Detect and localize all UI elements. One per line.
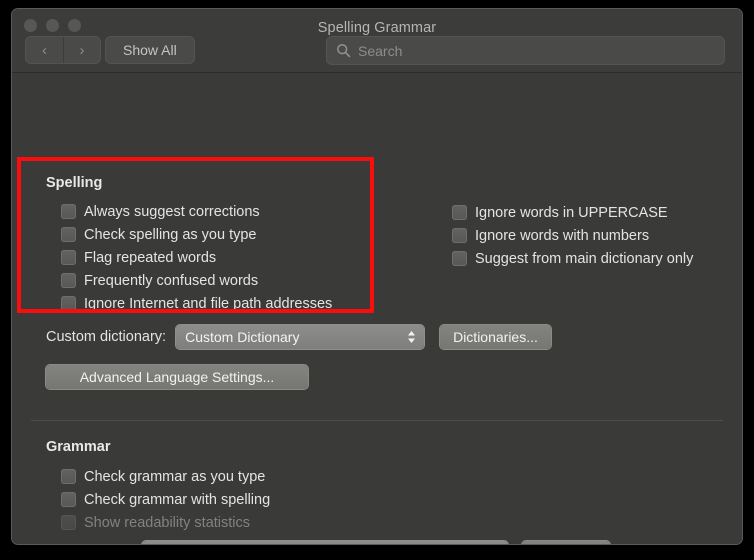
checkbox-label: Suggest from main dictionary only (475, 250, 694, 267)
section-divider (31, 420, 723, 421)
custom-dictionary-value: Custom Dictionary (185, 329, 300, 345)
spelling-options-left: Always suggest corrections Check spellin… (61, 200, 332, 315)
checkbox-box[interactable] (61, 273, 76, 288)
spelling-heading: Spelling (46, 175, 103, 191)
checkbox-suggest-from-main-dictionary-only[interactable]: Suggest from main dictionary only (452, 247, 693, 270)
forward-button[interactable]: › (63, 37, 100, 63)
checkbox-label: Check spelling as you type (84, 226, 257, 243)
checkbox-label: Ignore words in UPPERCASE (475, 204, 668, 221)
checkbox-check-grammar-with-spelling[interactable]: Check grammar with spelling (61, 488, 270, 511)
checkbox-box[interactable] (452, 228, 467, 243)
checkbox-box[interactable] (61, 296, 76, 311)
checkbox-box[interactable] (61, 204, 76, 219)
checkbox-show-readability-statistics: Show readability statistics (61, 511, 270, 534)
window-title: Spelling Grammar (317, 20, 437, 36)
checkbox-box (61, 515, 76, 530)
grammar-section: Grammar Check grammar as you type Check … (46, 439, 270, 534)
window-titlebar: Spelling Grammar ‹ › Show All Search (12, 9, 742, 73)
preferences-window: Spelling Grammar ‹ › Show All Search Spe… (11, 8, 743, 545)
checkbox-label: Check grammar with spelling (84, 491, 271, 508)
grammar-options: Check grammar as you type Check grammar … (61, 465, 270, 534)
grammar-heading: Grammar (46, 439, 111, 455)
settings-button[interactable]: Settings... (521, 541, 610, 544)
checkbox-ignore-internet-and-file-path-addresses[interactable]: Ignore Internet and file path addresses (61, 292, 332, 315)
spelling-options-right: Ignore words in UPPERCASE Ignore words w… (452, 201, 693, 270)
checkbox-box[interactable] (61, 227, 76, 242)
checkbox-ignore-words-in-uppercase[interactable]: Ignore words in UPPERCASE (452, 201, 693, 224)
writing-style-row: Writing style: Grammatik Settings... (46, 541, 610, 544)
checkbox-box[interactable] (452, 251, 467, 266)
checkbox-frequently-confused-words[interactable]: Frequently confused words (61, 269, 332, 292)
checkbox-label: Check grammar as you type (84, 468, 266, 485)
checkbox-label: Frequently confused words (84, 272, 259, 289)
navigation-buttons: ‹ › (26, 37, 100, 63)
search-input[interactable]: Search (358, 43, 402, 59)
checkbox-box[interactable] (61, 469, 76, 484)
checkbox-ignore-words-with-numbers[interactable]: Ignore words with numbers (452, 224, 693, 247)
chevron-updown-icon (408, 331, 416, 343)
show-all-button[interactable]: Show All (106, 37, 194, 63)
custom-dictionary-select[interactable]: Custom Dictionary (176, 325, 425, 349)
checkbox-label: Flag repeated words (84, 249, 217, 266)
writing-style-select[interactable]: Grammatik (141, 541, 508, 544)
preferences-content: Spelling Always suggest corrections Chec… (12, 73, 742, 544)
checkbox-always-suggest-corrections[interactable]: Always suggest corrections (61, 200, 332, 223)
spelling-section: Spelling Always suggest corrections Chec… (46, 175, 332, 315)
checkbox-box[interactable] (452, 205, 467, 220)
checkbox-label: Show readability statistics (84, 514, 251, 531)
checkbox-check-spelling-as-you-type[interactable]: Check spelling as you type (61, 223, 332, 246)
custom-dictionary-label: Custom dictionary: (46, 329, 167, 345)
search-field[interactable]: Search (327, 37, 724, 64)
checkbox-box[interactable] (61, 492, 76, 507)
custom-dictionary-row: Custom dictionary: Custom Dictionary Dic… (46, 325, 551, 349)
checkbox-box[interactable] (61, 250, 76, 265)
dictionaries-button[interactable]: Dictionaries... (440, 325, 551, 349)
checkbox-label: Ignore words with numbers (475, 227, 650, 244)
back-button[interactable]: ‹ (26, 37, 63, 63)
advanced-language-settings-button[interactable]: Advanced Language Settings... (46, 365, 308, 389)
checkbox-flag-repeated-words[interactable]: Flag repeated words (61, 246, 332, 269)
checkbox-check-grammar-as-you-type[interactable]: Check grammar as you type (61, 465, 270, 488)
checkbox-label: Ignore Internet and file path addresses (84, 295, 333, 312)
checkbox-label: Always suggest corrections (84, 203, 260, 220)
search-icon (336, 43, 351, 58)
